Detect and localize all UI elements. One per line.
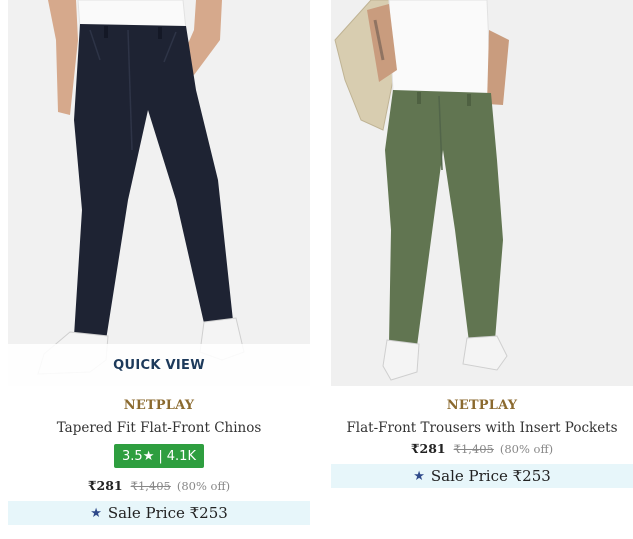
star-icon: ★ <box>142 448 155 464</box>
brand-name: NETPLAY <box>123 398 195 413</box>
quick-view-button[interactable]: QUICK VIEW <box>8 344 310 386</box>
sale-price-bar: ★ Sale Price ₹253 <box>331 464 633 488</box>
sale-price-label: Sale Price ₹253 <box>107 504 228 522</box>
price-row: ₹281 ₹1,405 (80% off) <box>8 478 310 493</box>
price-row: ₹281 ₹1,405 (80% off) <box>331 441 633 456</box>
original-price: ₹1,405 <box>453 442 494 456</box>
offer-price: ₹281 <box>87 478 123 493</box>
sale-price-label: Sale Price ₹253 <box>430 467 551 485</box>
product-name[interactable]: Tapered Fit Flat-Front Chinos <box>8 420 310 436</box>
product-photo <box>334 0 509 381</box>
star-icon: ★ <box>413 468 425 484</box>
product-photo <box>37 0 245 375</box>
rating-count: 4.1K <box>166 448 196 464</box>
product-name[interactable]: Flat-Front Trousers with Insert Pockets <box>331 420 633 436</box>
rating-separator: | <box>158 448 163 464</box>
discount-percent: (80% off) <box>499 442 554 456</box>
brand-name: NETPLAY <box>446 398 518 413</box>
sale-price-bar: ★ Sale Price ₹253 <box>8 501 310 525</box>
star-icon: ★ <box>90 505 102 521</box>
product-image[interactable]: QUICK VIEW <box>8 0 310 386</box>
rating-value: 3.5 <box>122 448 143 464</box>
product-card[interactable]: NETPLAY Flat-Front Trousers with Insert … <box>331 0 633 488</box>
original-price: ₹1,405 <box>130 479 171 493</box>
product-image[interactable] <box>331 0 633 386</box>
offer-price: ₹281 <box>410 441 446 456</box>
product-card[interactable]: QUICK VIEW NETPLAY Tapered Fit Flat-Fron… <box>8 0 310 525</box>
rating-badge: 3.5 ★ | 4.1K <box>114 444 204 468</box>
discount-percent: (80% off) <box>176 479 231 493</box>
